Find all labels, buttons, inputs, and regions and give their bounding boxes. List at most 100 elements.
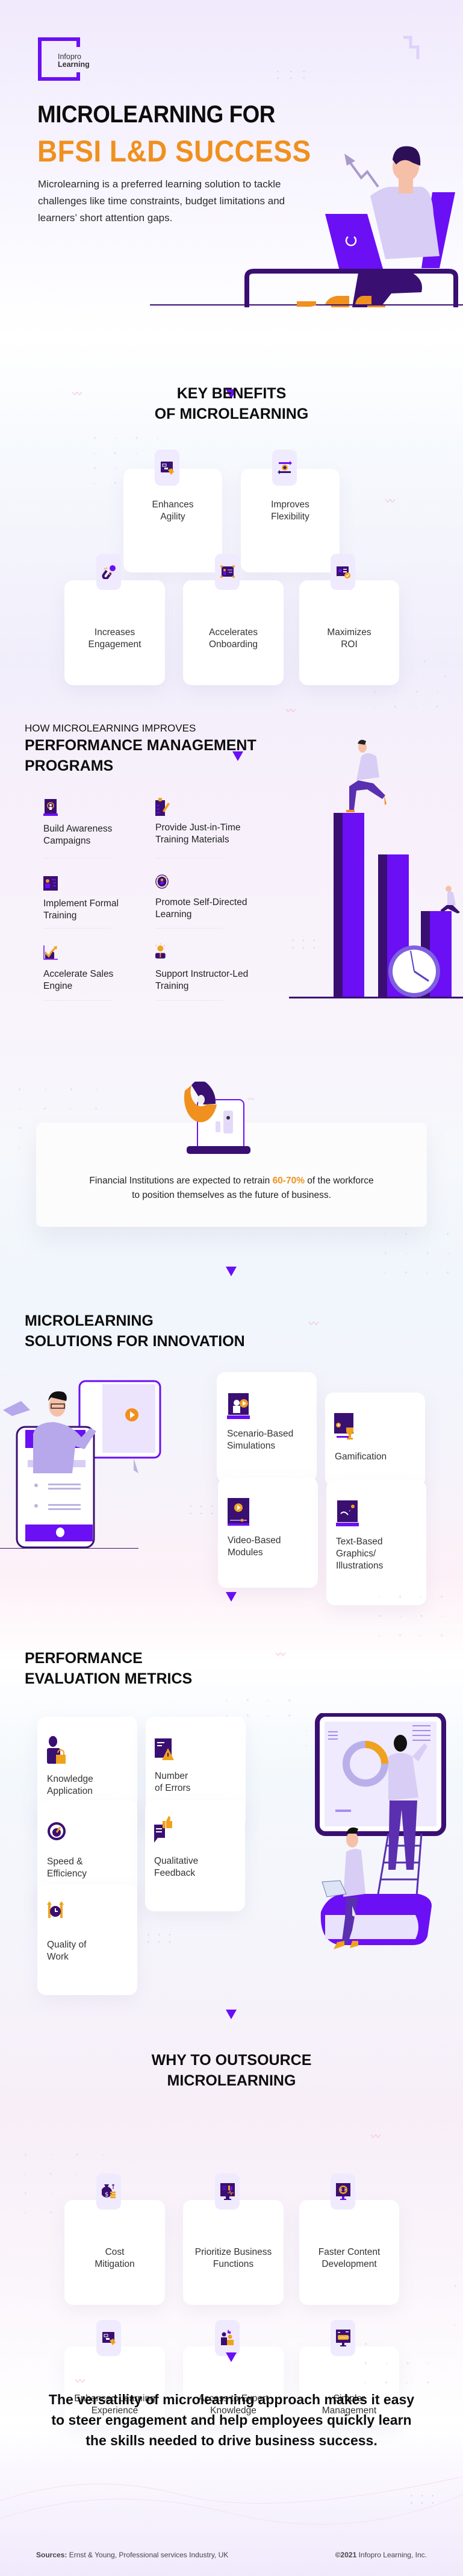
dots-decoration: • • • • • • bbox=[277, 69, 310, 81]
idea-person-icon bbox=[155, 943, 166, 959]
metric-label-line1: Speed & bbox=[47, 1857, 83, 1867]
benefit-icon-box bbox=[331, 554, 355, 590]
climbing-bars-illustration bbox=[289, 739, 463, 998]
video-player-icon bbox=[228, 1498, 249, 1526]
benefit-label-line1: Enhances bbox=[152, 500, 194, 510]
divider bbox=[43, 1000, 111, 1001]
metric-label: Speed & Efficiency bbox=[47, 1856, 87, 1880]
experts-icon bbox=[220, 2330, 234, 2345]
gear-arrows-icon bbox=[277, 461, 292, 474]
hero-illustration bbox=[244, 146, 458, 307]
dots-decoration: • • • • • • bbox=[148, 1932, 175, 1945]
performance-item: Promote Self-Directed Learning bbox=[155, 874, 247, 921]
outsource-label: Faster Content Development bbox=[299, 2246, 399, 2270]
hero-title-line1: MICROLEARNING FOR bbox=[37, 101, 275, 128]
benefits-heading-line2: OF MICROLEARNING bbox=[154, 406, 309, 422]
metric-label-line1: Quality of bbox=[47, 1940, 87, 1950]
solution-label: Video-Based Modules bbox=[228, 1535, 281, 1559]
metric-label: Qualitative Feedback bbox=[154, 1855, 198, 1879]
benefit-label: Increases Engagement bbox=[64, 627, 165, 651]
metric-label: Knowledge Application bbox=[47, 1773, 93, 1797]
sources: Sources: Ernst & Young, Professional ser… bbox=[36, 2551, 228, 2559]
money-bag-icon: $ bbox=[101, 2184, 116, 2198]
wave-decoration: 〰 bbox=[309, 1319, 319, 1329]
outsource-icon-box: UPDATE bbox=[331, 2320, 355, 2356]
benefit-label-line1: Accelerates bbox=[209, 627, 258, 638]
benefit-label-line2: Onboarding bbox=[208, 639, 258, 650]
person-target-icon bbox=[155, 874, 169, 889]
solution-label-line3: Illustrations bbox=[336, 1561, 384, 1571]
stat-text-line2: to position themselves as the future of … bbox=[132, 1190, 331, 1200]
certificate-icon bbox=[336, 566, 350, 578]
update-monitor-icon: UPDATE bbox=[335, 2330, 350, 2346]
outsource-label-line2: Mitigation bbox=[95, 2259, 135, 2269]
svg-text:$: $ bbox=[105, 2192, 108, 2198]
performance-item-line1: Implement Formal bbox=[43, 898, 119, 909]
outsource-icon-box bbox=[331, 2173, 355, 2210]
touch-screen-icon bbox=[102, 2332, 116, 2345]
performance-item: Build Awareness Campaigns bbox=[43, 799, 112, 847]
trophy-screen-icon bbox=[334, 1413, 353, 1440]
performance-item-line1: Promote Self-Directed bbox=[155, 897, 247, 907]
logo-bracket-tr bbox=[76, 37, 80, 47]
dots-decoration: • • • • • • bbox=[190, 1503, 217, 1517]
benefits-heading: KEY BENEFITS OF MICROLEARNING bbox=[0, 383, 463, 424]
dots-decoration: • • • • • • bbox=[292, 938, 319, 951]
section-arrow-icon bbox=[226, 1267, 237, 1276]
solution-label-line2: Graphics/ bbox=[336, 1549, 376, 1559]
metric-label-line2: of Errors bbox=[155, 1783, 191, 1793]
copyright-year: ©2021 bbox=[335, 2551, 357, 2559]
outsource-heading-line2: MICROLEARNING bbox=[167, 2072, 296, 2089]
outsource-label-line1: Cost bbox=[105, 2247, 125, 2257]
metric-label-line2: Application bbox=[47, 1786, 93, 1796]
wave-decoration: 〰 bbox=[371, 2132, 381, 2142]
metric-label-line2: Feedback bbox=[154, 1868, 196, 1878]
dots-decoration: ◦◦ + ◦ ++ ◦ + ◦◦ + ◦ + bbox=[384, 1231, 458, 1276]
clipboard-check-icon bbox=[155, 798, 170, 816]
logo-text: Infopro Learning bbox=[58, 53, 90, 69]
divider bbox=[155, 858, 223, 859]
metric-label-line2: Efficiency bbox=[47, 1869, 87, 1879]
performance-item-line2: Training Materials bbox=[155, 835, 229, 845]
magnet-icon bbox=[102, 565, 116, 579]
outsource-label-line1: Prioritize Business bbox=[194, 2247, 272, 2257]
solution-label: Gamification bbox=[335, 1451, 387, 1463]
performance-item: Support Instructor-Led Training bbox=[155, 943, 248, 992]
benefit-icon-box bbox=[155, 450, 179, 486]
solution-label-line1: Scenario-Based bbox=[227, 1429, 294, 1439]
outsource-label-line2: Functions bbox=[213, 2259, 254, 2269]
hero-feet bbox=[297, 301, 316, 307]
growth-chart-icon bbox=[43, 945, 58, 960]
benefit-icon-box bbox=[96, 554, 121, 590]
metric-label-line2: Work bbox=[47, 1952, 69, 1962]
metric-card: Quality of Work bbox=[37, 1884, 137, 1995]
benefit-label: Accelerates Onboarding bbox=[183, 627, 284, 651]
outsource-label: Prioritize Business Functions bbox=[183, 2246, 284, 2270]
solution-label-line2: Modules bbox=[228, 1547, 263, 1558]
logo-line2: Learning bbox=[58, 60, 90, 69]
wave-decoration: 〰 bbox=[276, 1650, 285, 1660]
logo-bracket-br bbox=[76, 72, 80, 81]
benefit-label-line2: ROI bbox=[341, 639, 358, 650]
benefit-label-line2: Agility bbox=[160, 512, 185, 522]
performance-item-line1: Build Awareness bbox=[43, 824, 113, 834]
metric-label: Quality of Work bbox=[47, 1939, 86, 1963]
hero-shoes bbox=[325, 296, 371, 304]
presentation-icon bbox=[220, 565, 235, 578]
performance-item-line2: Engine bbox=[43, 981, 73, 991]
divider bbox=[155, 928, 223, 929]
sources-label: Sources: bbox=[36, 2551, 67, 2559]
metric-label-line1: Qualitative bbox=[154, 1856, 199, 1866]
performance-item-line2: Campaigns bbox=[43, 836, 91, 846]
benefit-label: Enhances Agility bbox=[123, 499, 222, 523]
graphics-screen-icon bbox=[336, 1500, 359, 1526]
benefit-label-line1: Maximizes bbox=[327, 627, 371, 638]
solution-label: Scenario-Based Simulations bbox=[227, 1428, 293, 1452]
outsource-icon-box bbox=[215, 2320, 240, 2356]
id-card-icon bbox=[43, 876, 58, 891]
logo-bracket-left bbox=[38, 37, 42, 81]
benefit-label: Improves Flexibility bbox=[241, 499, 340, 523]
stat-text: Financial Institutions are expected to r… bbox=[36, 1174, 427, 1203]
performance-subheading: HOW MICROLEARNING IMPROVES bbox=[25, 722, 196, 734]
solution-label: Text-Based Graphics/Illustrations bbox=[336, 1536, 383, 1572]
